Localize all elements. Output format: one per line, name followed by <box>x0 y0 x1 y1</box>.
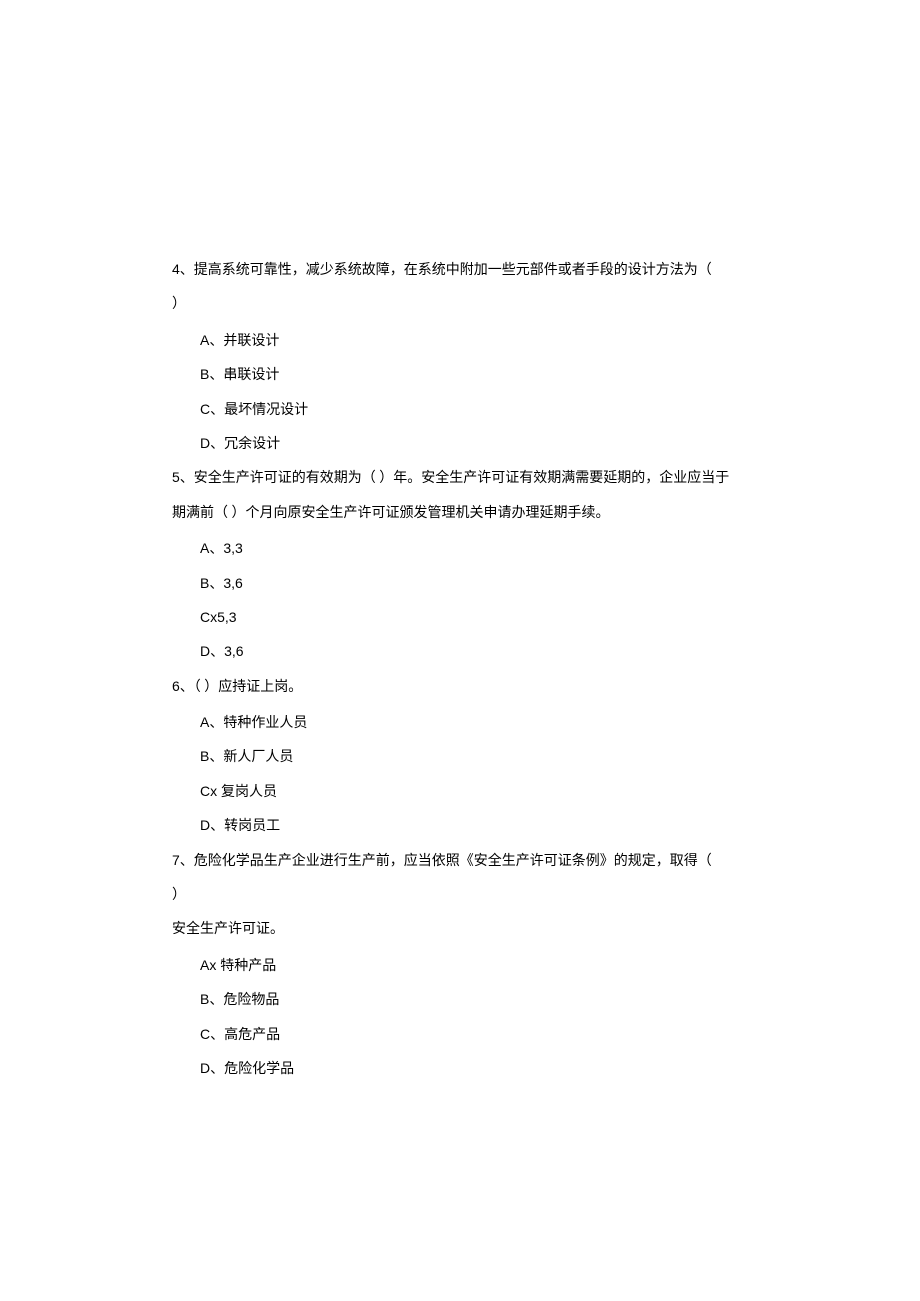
stem-text: 危险化学品生产企业进行生产前，应当依照《安全生产许可证条例》的规定，取得（ <box>194 854 712 869</box>
q4-option-d: D、冗余设计 <box>172 432 748 456</box>
q7-option-c: C、高危产品 <box>172 1023 748 1047</box>
question-4-stem-line2: ） <box>172 294 748 316</box>
question-number: 7、 <box>172 852 194 868</box>
question-7-stem-line2: ） <box>172 885 748 907</box>
q4-option-b: B、串联设计 <box>172 363 748 387</box>
q7-option-d: D、危险化学品 <box>172 1057 748 1081</box>
q5-option-d: D、3,6 <box>172 640 748 664</box>
q7-option-b: B、危险物品 <box>172 988 748 1012</box>
question-number: 4、 <box>172 261 194 277</box>
stem-text: （ ）应持证上岗。 <box>194 680 303 695</box>
question-4-stem-line1: 4、提高系统可靠性，减少系统故障，在系统中附加一些元部件或者手段的设计方法为（ <box>172 258 748 282</box>
question-6-stem-line1: 6、（ ）应持证上岗。 <box>172 675 748 699</box>
q5-option-c: Cx5,3 <box>172 606 748 630</box>
question-number: 6、 <box>172 678 194 694</box>
q4-option-c: C、最坏情况设计 <box>172 398 748 422</box>
question-7-stem-line3: 安全生产许可证。 <box>172 919 748 941</box>
question-number: 5、 <box>172 469 194 485</box>
q6-option-d: D、转岗员工 <box>172 814 748 838</box>
q5-option-b: B、3,6 <box>172 572 748 596</box>
q6-option-c: Cx 复岗人员 <box>172 780 748 804</box>
q6-option-a: A、特种作业人员 <box>172 711 748 735</box>
stem-text: 安全生产许可证的有效期为（ ）年。安全生产许可证有效期满需要延期的，企业应当于 <box>194 471 730 486</box>
q7-option-a: Ax 特种产品 <box>172 954 748 978</box>
question-7-stem-line1: 7、危险化学品生产企业进行生产前，应当依照《安全生产许可证条例》的规定，取得（ <box>172 849 748 873</box>
question-5-stem-line1: 5、安全生产许可证的有效期为（ ）年。安全生产许可证有效期满需要延期的，企业应当… <box>172 466 748 490</box>
question-5-stem-line2: 期满前（ ）个月向原安全生产许可证颁发管理机关申请办理延期手续。 <box>172 503 748 525</box>
q6-option-b: B、新人厂人员 <box>172 745 748 769</box>
q5-option-a: A、3,3 <box>172 537 748 561</box>
q4-option-a: A、并联设计 <box>172 329 748 353</box>
stem-text: 提高系统可靠性，减少系统故障，在系统中附加一些元部件或者手段的设计方法为（ <box>194 263 712 278</box>
